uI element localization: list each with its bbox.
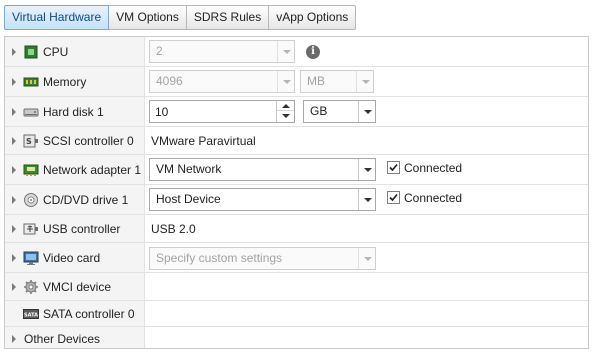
- device-label-video: Video card: [43, 250, 101, 265]
- cd-dvd-connected-checkbox[interactable]: [387, 191, 400, 204]
- hard-disk-size-stepper[interactable]: [149, 100, 295, 123]
- scsi-controller-icon: S: [23, 133, 39, 149]
- expand-arrow-icon[interactable]: [12, 253, 16, 262]
- hard-disk-unit-select[interactable]: GB: [303, 100, 376, 123]
- device-label-usb: USB controller: [43, 221, 121, 236]
- increment-arrow-icon[interactable]: [277, 101, 294, 111]
- chevron-down-icon: [358, 248, 375, 269]
- expand-arrow-icon[interactable]: [12, 224, 16, 233]
- device-label-vmci: VMCI device: [43, 279, 112, 294]
- network-adapter-icon: [23, 162, 39, 178]
- cpu-icon: [23, 44, 39, 60]
- svg-text:S: S: [26, 137, 32, 146]
- chevron-down-icon: [277, 41, 294, 62]
- tab-virtual-hardware[interactable]: Virtual Hardware: [4, 5, 110, 30]
- device-row-hard-disk: Hard disk 1 GB: [5, 97, 588, 127]
- chevron-down-icon: [358, 159, 375, 180]
- network-select[interactable]: VM Network: [149, 158, 376, 181]
- cd-dvd-icon: [23, 192, 39, 208]
- device-label-cd-dvd: CD/DVD drive 1: [43, 192, 129, 207]
- expand-arrow-icon[interactable]: [12, 136, 16, 145]
- expand-arrow-icon[interactable]: [12, 77, 16, 86]
- tab-vm-options[interactable]: VM Options: [109, 5, 187, 30]
- chevron-down-icon: [358, 189, 375, 210]
- scsi-type-value: VMware Paravirtual: [151, 133, 256, 148]
- device-row-vmci: VMCI device: [5, 273, 588, 301]
- cd-dvd-select[interactable]: Host Device: [149, 188, 376, 211]
- info-icon[interactable]: i: [306, 45, 320, 59]
- sata-controller-icon: SATA: [23, 306, 39, 322]
- virtual-hardware-panel: CPU 2 i Memory 4096 MB Hard disk 1 10 GB…: [4, 36, 589, 349]
- hard-disk-icon: [23, 104, 39, 120]
- device-row-network: Network adapter 1 VM Network Connected: [5, 155, 588, 185]
- device-label-network: Network adapter 1: [43, 162, 142, 177]
- memory-icon: [23, 74, 39, 90]
- expand-arrow-icon[interactable]: [12, 47, 16, 56]
- device-label-cpu: CPU: [43, 44, 69, 59]
- device-label-other: Other Devices: [24, 331, 101, 346]
- network-connected-checkbox[interactable]: [387, 161, 400, 174]
- expand-arrow-icon[interactable]: [12, 334, 16, 343]
- vmci-gear-icon: [23, 279, 39, 295]
- chevron-down-icon: [358, 101, 375, 122]
- cpu-count-select[interactable]: 2: [149, 40, 295, 63]
- device-row-video: Video card Specify custom settings: [5, 243, 588, 273]
- device-label-sata: SATA controller 0: [43, 306, 135, 321]
- memory-size-select[interactable]: 4096: [149, 70, 295, 93]
- cd-dvd-connected-label: Connected: [404, 191, 463, 205]
- device-row-sata: SATA SATA controller 0: [5, 301, 588, 327]
- tab-bar: Virtual Hardware VM Options SDRS Rules v…: [4, 5, 357, 31]
- tab-vapp-options[interactable]: vApp Options: [269, 5, 357, 30]
- tab-sdrs-rules[interactable]: SDRS Rules: [186, 5, 270, 30]
- expand-arrow-icon[interactable]: [12, 165, 16, 174]
- expand-arrow-icon[interactable]: [12, 282, 16, 291]
- video-settings-select[interactable]: Specify custom settings: [149, 247, 376, 270]
- network-connected-label: Connected: [404, 161, 463, 175]
- device-row-cpu: CPU 2 i: [5, 37, 588, 67]
- device-row-memory: Memory 4096 MB: [5, 67, 588, 97]
- video-card-icon: [23, 250, 39, 266]
- memory-unit-select[interactable]: MB: [300, 70, 374, 93]
- decrement-arrow-icon[interactable]: [277, 111, 294, 121]
- expand-arrow-icon[interactable]: [12, 195, 16, 204]
- device-row-scsi: S SCSI controller 0 VMware Paravirtual: [5, 127, 588, 155]
- chevron-down-icon: [277, 71, 294, 92]
- device-row-cd-dvd: CD/DVD drive 1 Host Device Connected: [5, 185, 588, 215]
- sata-badge-text: SATA: [24, 312, 38, 318]
- device-label-hard-disk: Hard disk 1: [43, 104, 104, 119]
- device-label-memory: Memory: [43, 74, 87, 89]
- chevron-down-icon: [356, 71, 373, 92]
- usb-version-value: USB 2.0: [151, 221, 196, 236]
- usb-icon: [23, 221, 39, 237]
- hard-disk-size-input[interactable]: [150, 101, 276, 122]
- device-row-usb: USB controller USB 2.0: [5, 215, 588, 243]
- device-label-scsi: SCSI controller 0: [43, 133, 134, 148]
- device-row-other: Other Devices: [5, 327, 588, 348]
- expand-arrow-icon[interactable]: [12, 107, 16, 116]
